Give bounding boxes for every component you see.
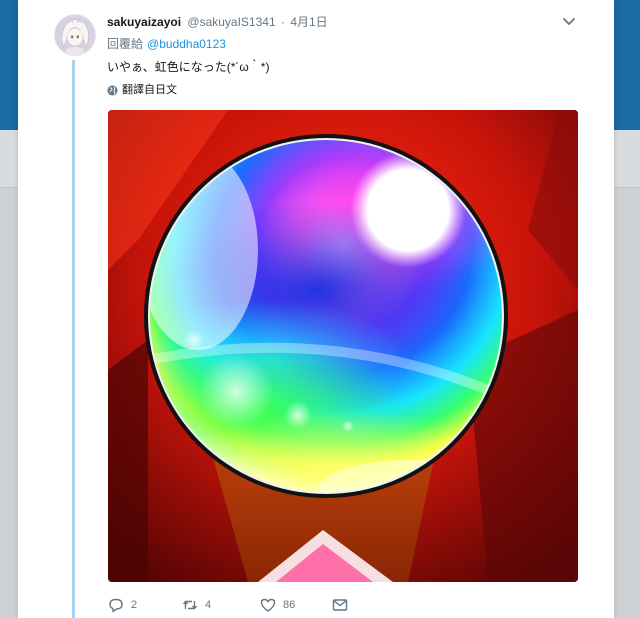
display-name[interactable]: sakuyaizayoi	[107, 15, 181, 29]
reply-prefix: 回覆給	[107, 37, 144, 51]
rainbow-orb-image	[108, 110, 578, 582]
like-count: 86	[283, 599, 296, 611]
tweet-header: sakuyaizayoi @sakuyaIS1341 · 4月1日	[107, 13, 328, 31]
direct-message-button[interactable]	[332, 595, 355, 615]
reply-mention-link[interactable]: @buddha0123	[147, 37, 226, 51]
user-handle[interactable]: @sakuyaIS1341	[187, 15, 275, 29]
reply-count: 2	[131, 599, 138, 611]
envelope-icon	[332, 599, 348, 611]
reply-to-line: 回覆給 @buddha0123	[107, 35, 226, 53]
separator-dot: ·	[280, 15, 285, 29]
retweet-count: 4	[205, 599, 212, 611]
avatar[interactable]	[54, 14, 96, 56]
reply-button[interactable]: 2	[108, 595, 137, 615]
reply-icon	[109, 598, 123, 613]
chevron-down-icon[interactable]	[562, 16, 576, 28]
avatar-image	[55, 15, 95, 55]
retweet-button[interactable]: 4	[182, 595, 211, 615]
tweet-image[interactable]	[108, 110, 578, 582]
tweet-text: いやぁ、虹色になった(*´ω｀*)	[107, 60, 270, 74]
globe-icon	[107, 84, 118, 96]
like-button[interactable]: 86	[260, 595, 295, 615]
tweet-actions: 2 4 86	[108, 595, 468, 615]
thread-line	[72, 60, 75, 618]
retweet-icon	[182, 600, 198, 610]
translate-label: 翻譯自日文	[122, 84, 177, 96]
translate-link[interactable]: 翻譯自日文	[107, 82, 177, 98]
heart-icon	[260, 598, 276, 612]
tweet-date[interactable]: 4月1日	[290, 15, 327, 29]
